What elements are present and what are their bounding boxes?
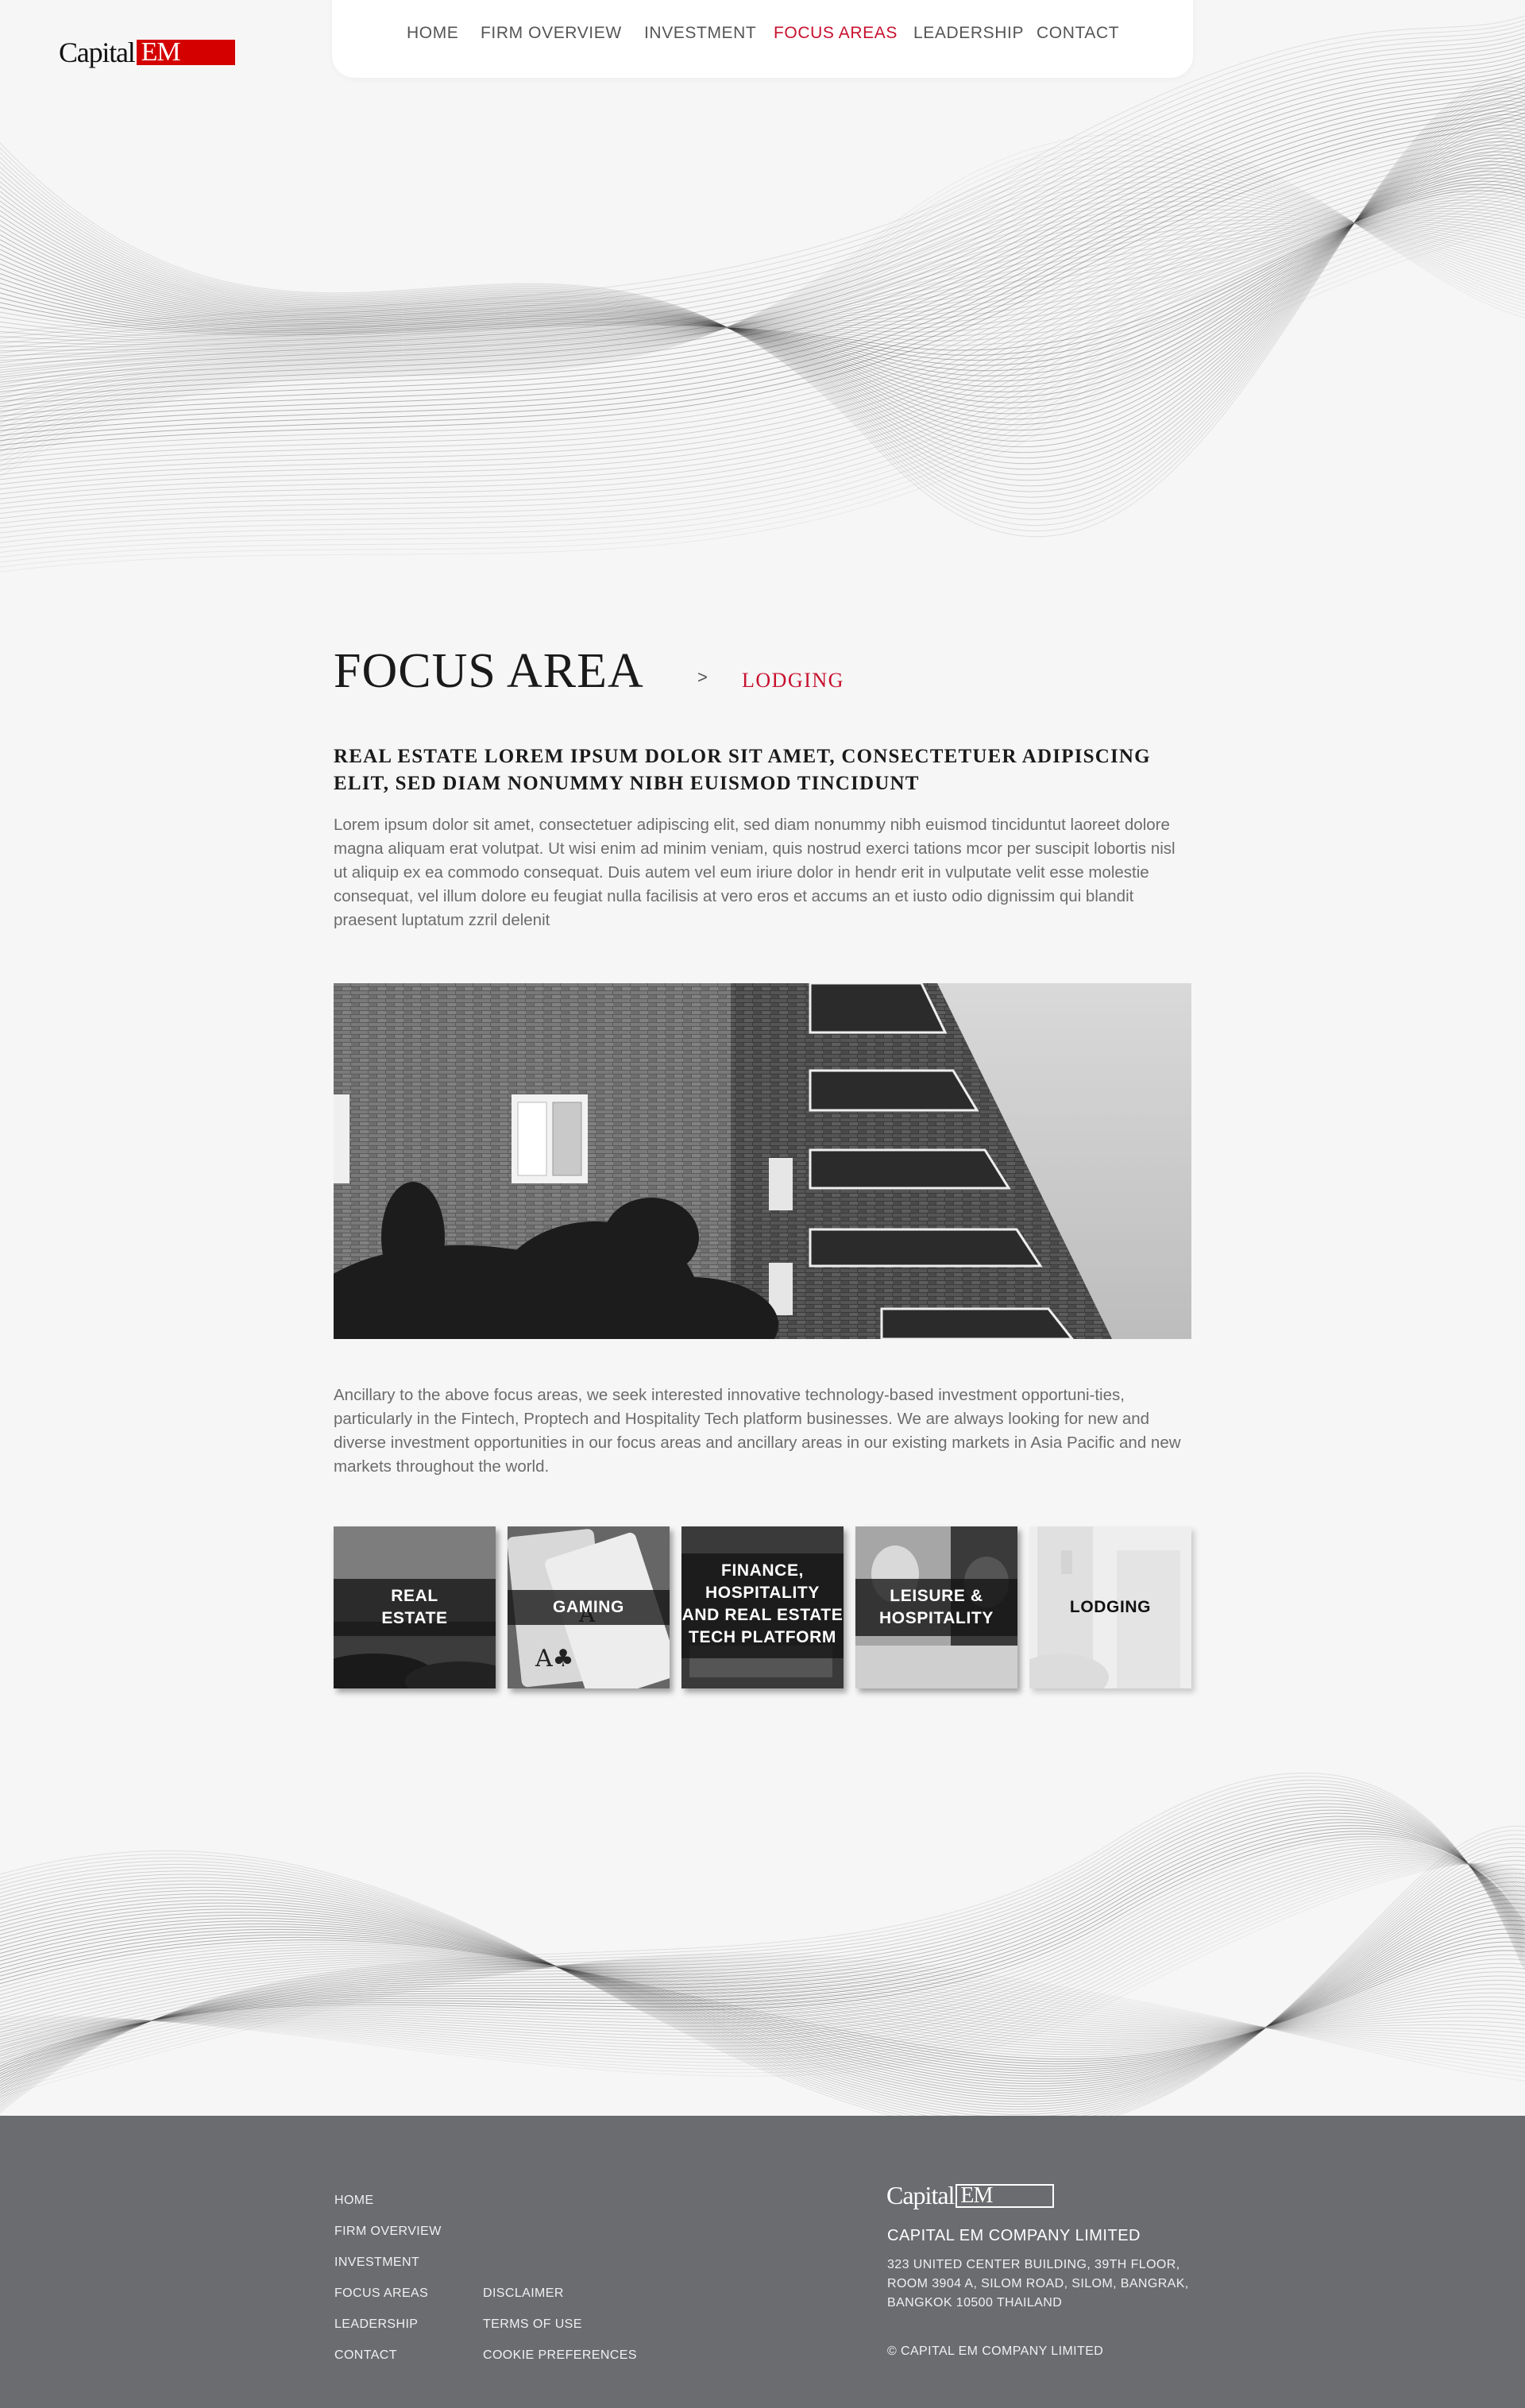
hero-banner: Capital EM HOME FIRM OVERVIEW INVESTMENT… [0, 0, 1525, 588]
tile-leisure-hospitality[interactable]: LEISURE & HOSPITALITY [855, 1526, 1017, 1688]
footer-logo-em-mark: EM [956, 2183, 1055, 2208]
nav-item-leadership[interactable]: LEADERSHIP [913, 24, 1024, 43]
nav-item-home[interactable]: HOME [407, 24, 458, 43]
site-logo[interactable]: Capital EM [59, 37, 235, 68]
wave-line [0, 1783, 1525, 2106]
nav-item-focus-areas[interactable]: FOCUS AREAS [774, 24, 898, 43]
wave-line [0, 222, 1525, 573]
tile-gaming[interactable]: A♣ A GAMING [508, 1526, 670, 1688]
wave-line [0, 201, 1525, 548]
footer-link-terms[interactable]: TERMS OF USE [483, 2317, 582, 2332]
building-photo [334, 983, 1191, 1339]
footer-link-home[interactable]: HOME [334, 2194, 374, 2208]
wave-line [0, 179, 1525, 524]
section-heading: REAL ESTATE LOREM IPSUM DOLOR SIT AMET, … [334, 746, 1151, 794]
tile-label: FINANCE, HOSPITALITY AND REAL ESTATE TEC… [681, 1561, 844, 1646]
nav-item-investment[interactable]: INVESTMENT [644, 24, 756, 43]
tile-real-estate[interactable]: REAL ESTATE [334, 1526, 496, 1688]
footer-link-disclaimer[interactable]: DISCLAIMER [483, 2286, 564, 2301]
footer-link-focus-areas[interactable]: FOCUS AREAS [334, 2286, 428, 2301]
logo-em-mark: EM [136, 39, 235, 66]
footer-link-investment[interactable]: INVESTMENT [334, 2256, 419, 2270]
footer-link-firm-overview[interactable]: FIRM OVERVIEW [334, 2225, 442, 2239]
footer-address: 323 UNITED CENTER BUILDING, 39TH FLOOR, … [887, 2258, 1189, 2310]
footer-logo-word: Capital [886, 2181, 955, 2209]
svg-text:A♣: A♣ [535, 1645, 574, 1673]
logo-word: Capital [59, 37, 136, 68]
footer-link-leadership[interactable]: LEADERSHIP [334, 2317, 418, 2332]
nav-item-firm-overview[interactable]: FIRM OVERVIEW [481, 24, 622, 43]
tile-label: GAMING [553, 1598, 624, 1616]
wave-line [0, 108, 1525, 442]
wave-line [0, 1863, 1525, 2074]
footer-logo[interactable]: Capital EM [886, 2181, 1055, 2210]
site-footer: HOME FIRM OVERVIEW INVESTMENT FOCUS AREA… [0, 2116, 1525, 2408]
main-nav: HOME FIRM OVERVIEW INVESTMENT FOCUS AREA… [332, 0, 1193, 78]
tile-label: REAL ESTATE [381, 1587, 448, 1627]
breadcrumb-current[interactable]: LODGING [742, 669, 844, 693]
wave-line [0, 154, 1525, 409]
page-title: FOCUS AREA [334, 644, 644, 698]
footer-link-contact[interactable]: CONTACT [334, 2348, 397, 2363]
breadcrumb-separator-icon: > [697, 667, 708, 687]
tile-label: LEISURE & HOSPITALITY [879, 1587, 994, 1627]
wave-line [0, 1860, 1525, 2113]
wave-line [0, 1812, 1525, 2084]
footer-link-cookie-preferences[interactable]: COOKIE PREFERENCES [483, 2348, 637, 2363]
footer-waves-decoration [0, 1747, 1525, 2116]
nav-item-contact[interactable]: CONTACT [1037, 24, 1119, 43]
wave-line [0, 196, 1525, 543]
tile-lodging[interactable]: LODGING [1029, 1526, 1191, 1688]
tile-finance-hospitality-tech[interactable]: FINANCE, HOSPITALITY AND REAL ESTATE TEC… [681, 1526, 844, 1688]
wave-line [0, 1881, 1525, 2100]
wave-line [0, 131, 1525, 447]
footer-copyright: © CAPITAL EM COMPANY LIMITED [887, 2344, 1104, 2358]
hero-waves-decoration [0, 15, 1525, 573]
wave-line [0, 83, 1525, 412]
footer-company-name: CAPITAL EM COMPANY LIMITED [887, 2227, 1141, 2244]
ancillary-paragraph: Ancillary to the above focus areas, we s… [334, 1386, 1181, 1476]
intro-paragraph: Lorem ipsum dolor sit amet, consectetuer… [334, 816, 1176, 929]
tile-label: LODGING [1069, 1598, 1152, 1616]
focus-area-tiles: REAL ESTATE A♣ A GAMING FINANCE, HOSPITA… [334, 1526, 1195, 1688]
